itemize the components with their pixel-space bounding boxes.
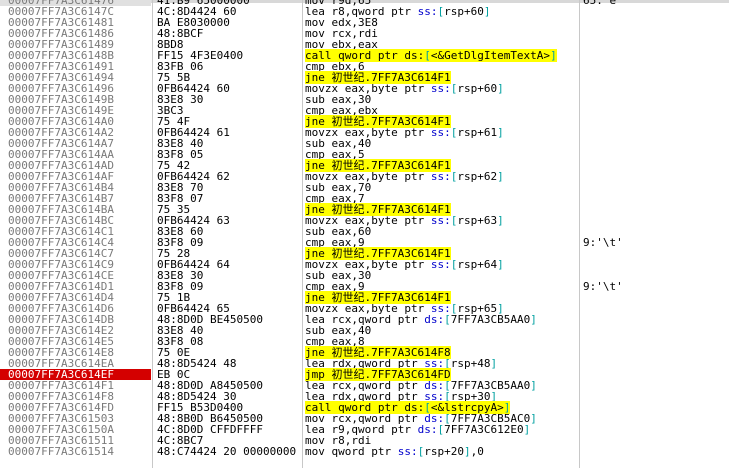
comment-cell bbox=[583, 248, 729, 259]
address-cell[interactable]: 00007FF7A3C61514 bbox=[0, 446, 151, 457]
comment-cell bbox=[583, 171, 729, 182]
comment-cell bbox=[583, 149, 729, 160]
comment-cell bbox=[583, 314, 729, 325]
comment-cell bbox=[583, 39, 729, 50]
comment-cell bbox=[583, 380, 729, 391]
comment-cell bbox=[583, 105, 729, 116]
comment-cell bbox=[583, 347, 729, 358]
comment-cell bbox=[583, 182, 729, 193]
comment-cell bbox=[583, 336, 729, 347]
comment-cell bbox=[583, 127, 729, 138]
comment-cell bbox=[583, 325, 729, 336]
comment-cell bbox=[583, 292, 729, 303]
comment-cell bbox=[583, 61, 729, 72]
comment-cell bbox=[583, 83, 729, 94]
comment-cell bbox=[583, 358, 729, 369]
comment-cell bbox=[583, 28, 729, 39]
comment-cell bbox=[583, 259, 729, 270]
comment-cell bbox=[583, 369, 729, 380]
comment-cell bbox=[583, 50, 729, 61]
bytes-cell: 48:C74424 20 00000000 bbox=[157, 445, 297, 458]
comment-cell: 9:'\t' bbox=[583, 236, 623, 249]
comment-cell bbox=[583, 215, 729, 226]
comment-cell bbox=[583, 6, 729, 17]
comment-cell bbox=[583, 303, 729, 314]
instruction-cell: mov qword ptr ss:[rsp+20],0 bbox=[305, 445, 484, 458]
comment-cell bbox=[583, 446, 729, 457]
comment-cell bbox=[583, 17, 729, 28]
comment-cell bbox=[583, 138, 729, 149]
instruction-row[interactable]: 00007FF7A3C61514 48:C74424 20 00000000 mov… bbox=[0, 446, 729, 457]
comment-cell bbox=[583, 435, 729, 446]
comment-cell bbox=[583, 402, 729, 413]
comment-cell bbox=[583, 391, 729, 402]
comment-cell: 9:'\t' bbox=[583, 280, 623, 293]
comment-cell bbox=[583, 72, 729, 83]
comment-cell bbox=[583, 160, 729, 171]
comment-cell bbox=[583, 116, 729, 127]
disassembly-view[interactable]: 00007FF7A3C61476 41:B9 65000000 mov r9d,65… bbox=[0, 0, 729, 468]
comment-cell bbox=[583, 413, 729, 424]
comment-cell bbox=[583, 424, 729, 435]
comment-cell bbox=[583, 94, 729, 105]
comment-cell bbox=[583, 193, 729, 204]
comment-cell bbox=[583, 204, 729, 215]
